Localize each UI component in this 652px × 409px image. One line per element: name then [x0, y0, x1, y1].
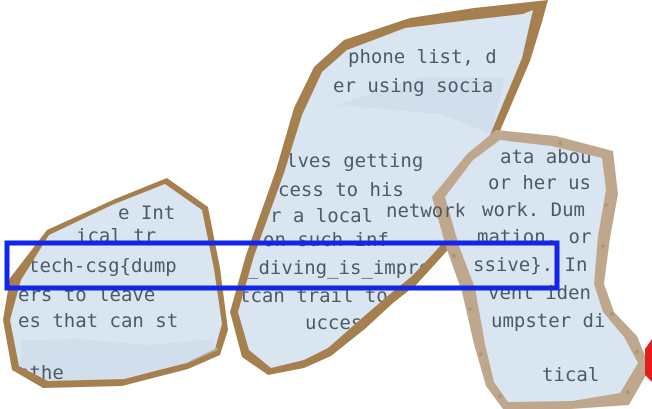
left-fragment-line-5: es that can st: [18, 310, 178, 332]
middle-fragment-line-4: cess to his: [278, 179, 404, 201]
middle-fragment-line-1: phone list, d: [348, 46, 497, 68]
middle-fragment-line-6: on such inf: [263, 229, 389, 251]
middle-fragment-line-2: er using socia: [333, 75, 493, 97]
right-edge-red-mark: [645, 339, 652, 382]
right-fragment-line-7: umpster di: [491, 310, 605, 332]
torn-paper-scene: e Int ical tr tech-csg{dump ers to leave…: [0, 0, 652, 409]
left-fragment-line-1: e Int: [118, 202, 175, 224]
right-fragment-line-3: work. Dum: [482, 199, 585, 221]
middle-fragment-line-7: _diving_is_impre: [247, 257, 430, 279]
right-fragment-line-6: vent iden: [488, 282, 591, 304]
right-fragment-line-2: or her us: [488, 172, 591, 194]
paper-fragments-canvas: e Int ical tr tech-csg{dump ers to leave…: [3, 0, 652, 409]
left-fragment-line-3: tech-csg{dump: [28, 255, 177, 277]
middle-fragment-line-5: r a local: [270, 205, 373, 227]
right-fragment-line-8: tical: [542, 364, 599, 386]
middle-fragment-line-3: lves getting: [286, 150, 423, 172]
right-fragment-line-5: ssive}. In: [473, 254, 587, 276]
